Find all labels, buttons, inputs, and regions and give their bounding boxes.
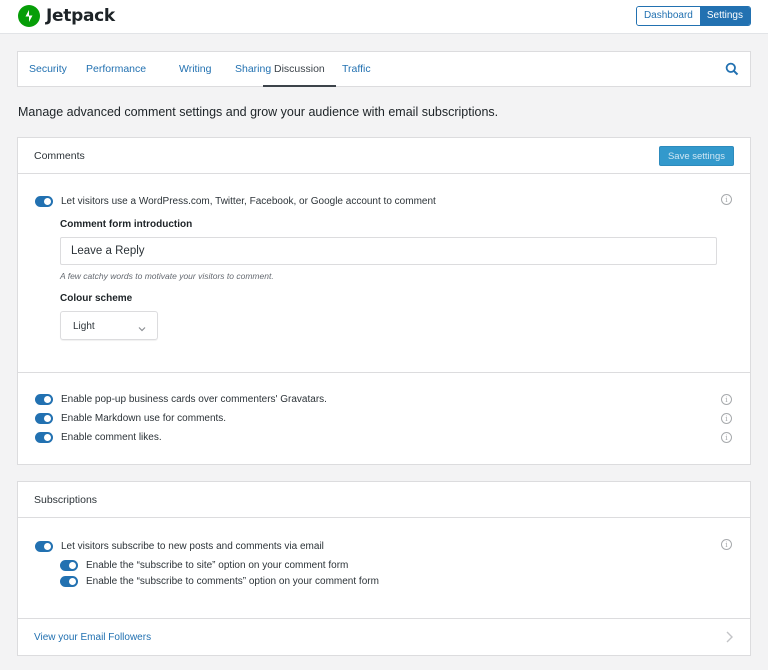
comment-options-section: Enable pop-up business cards over commen… (18, 373, 750, 464)
view-switcher: Dashboard Settings (635, 6, 751, 26)
settings-tabs: Security Performance Writing Sharing Dis… (17, 51, 751, 87)
subscribe-to-site-toggle[interactable] (60, 560, 78, 571)
gravatar-cards-label: Enable pop-up business cards over commen… (61, 394, 327, 405)
settings-button[interactable]: Settings (699, 7, 750, 25)
info-icon[interactable]: i (721, 194, 732, 205)
subscriptions-options-section: Let visitors subscribe to new posts and … (18, 518, 750, 619)
info-icon[interactable]: i (721, 413, 732, 424)
tab-traffic[interactable]: Traffic (331, 52, 382, 87)
subscriptions-card: Subscriptions Let visitors subscribe to … (17, 481, 751, 656)
comment-likes-toggle[interactable] (35, 432, 53, 443)
markdown-toggle[interactable] (35, 413, 53, 424)
comments-header: Comments Save settings (18, 138, 750, 174)
comment-likes-label: Enable comment likes. (61, 432, 162, 443)
subscribe-to-comments-label: Enable the “subscribe to comments” optio… (86, 576, 379, 587)
gravatar-cards-row: Enable pop-up business cards over commen… (35, 394, 327, 405)
info-icon[interactable]: i (721, 394, 732, 405)
gravatar-cards-toggle[interactable] (35, 394, 53, 405)
comments-card: Comments Save settings Let visitors use … (17, 137, 751, 465)
comments-title: Comments (34, 150, 85, 162)
tab-discussion[interactable]: Discussion (263, 52, 336, 87)
email-subscribe-label: Let visitors subscribe to new posts and … (61, 541, 324, 552)
comment-form-intro-input[interactable] (60, 237, 717, 265)
email-subscribe-row: Let visitors subscribe to new posts and … (35, 541, 324, 552)
subscriptions-header: Subscriptions (18, 482, 750, 518)
comment-form-intro-label: Comment form introduction (60, 219, 193, 230)
subscribe-to-comments-row: Enable the “subscribe to comments” optio… (60, 576, 379, 587)
email-followers-section: View your Email Followers (18, 619, 750, 655)
comment-likes-row: Enable comment likes. (35, 432, 162, 443)
tab-performance[interactable]: Performance (75, 52, 157, 87)
social-login-label: Let visitors use a WordPress.com, Twitte… (61, 196, 436, 207)
tab-security[interactable]: Security (18, 52, 78, 87)
colour-scheme-value: Light (73, 321, 95, 332)
subscribe-to-comments-toggle[interactable] (60, 576, 78, 587)
jetpack-bolt-icon (18, 5, 40, 27)
comment-form-intro-hint: A few catchy words to motivate your visi… (60, 271, 274, 281)
colour-scheme-select[interactable]: Light (60, 311, 158, 340)
comment-form-section: Let visitors use a WordPress.com, Twitte… (18, 174, 750, 373)
markdown-row: Enable Markdown use for comments. (35, 413, 226, 424)
info-icon[interactable]: i (721, 432, 732, 443)
subscribe-to-site-row: Enable the “subscribe to site” option on… (60, 560, 348, 571)
search-icon[interactable] (725, 62, 739, 81)
social-login-toggle[interactable] (35, 196, 53, 207)
top-bar: Jetpack Dashboard Settings (0, 0, 768, 34)
brand-name: Jetpack (46, 6, 115, 26)
email-subscribe-toggle[interactable] (35, 541, 53, 552)
jetpack-logo[interactable]: Jetpack (18, 5, 115, 27)
tab-writing[interactable]: Writing (168, 52, 222, 87)
markdown-label: Enable Markdown use for comments. (61, 413, 227, 424)
save-settings-button[interactable]: Save settings (658, 146, 734, 166)
subscribe-to-site-label: Enable the “subscribe to site” option on… (86, 560, 349, 571)
view-email-followers-link[interactable]: View your Email Followers (34, 632, 151, 643)
dashboard-button[interactable]: Dashboard (636, 7, 700, 25)
social-login-row: Let visitors use a WordPress.com, Twitte… (35, 196, 436, 207)
subscriptions-title: Subscriptions (34, 494, 98, 506)
chevron-right-icon[interactable] (724, 630, 734, 649)
chevron-down-icon (137, 321, 147, 339)
colour-scheme-label: Colour scheme (60, 293, 133, 304)
page-intro: Manage advanced comment settings and gro… (18, 105, 499, 119)
info-icon[interactable]: i (721, 539, 732, 550)
